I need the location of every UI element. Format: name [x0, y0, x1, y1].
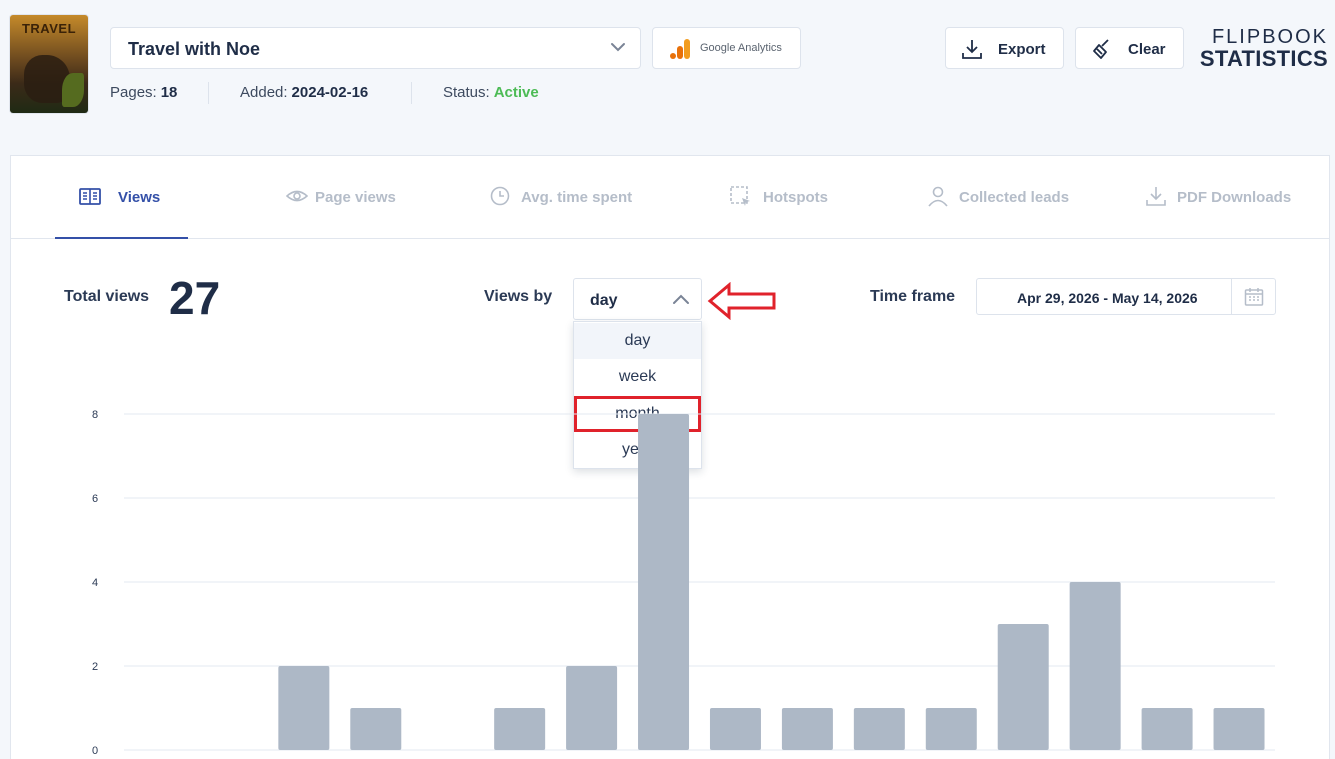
status-badge: Active [493, 84, 539, 101]
chart-bar[interactable] [350, 708, 402, 750]
cover-leaf-shape [62, 73, 84, 107]
pages-value: 18 [160, 84, 178, 101]
chart-bar[interactable] [709, 708, 761, 750]
flipbook-title: Travel with Noe [128, 39, 261, 59]
download-icon [962, 40, 982, 59]
tab-avg-time-spent-label: Avg. time spent [521, 189, 633, 206]
chart-bar[interactable] [781, 708, 833, 750]
download-icon [1146, 187, 1166, 206]
tab-pdf-downloads-label: PDF Downloads [1177, 189, 1292, 206]
calendar-icon [1244, 288, 1264, 306]
views-by-label: Views by [484, 288, 553, 305]
views-by-value: day [590, 292, 618, 309]
chart-bar[interactable] [997, 624, 1049, 750]
highlight-arrow-icon [707, 282, 776, 320]
pages-label: Pages: [110, 84, 157, 101]
calendar-button[interactable] [1231, 279, 1275, 314]
flipbook-statistics-logo: FLIPBOOK STATISTICS [1200, 26, 1328, 70]
time-frame-value: Apr 29, 2026 - May 14, 2026 [1017, 290, 1198, 306]
chart-bar[interactable] [566, 666, 618, 750]
time-frame-input[interactable]: Apr 29, 2026 - May 14, 2026 [976, 278, 1276, 315]
chart-bar[interactable] [494, 708, 546, 750]
total-views-label: Total views [64, 288, 150, 305]
broom-icon [1093, 39, 1109, 59]
chart-bar[interactable] [638, 414, 690, 750]
y-tick-label: 6 [92, 493, 98, 505]
brand-line1: FLIPBOOK [1211, 26, 1328, 48]
eye-icon [286, 190, 308, 202]
added-value: 2024-02-16 [291, 84, 369, 101]
views-by-select[interactable]: day [573, 278, 702, 320]
clear-button[interactable]: Clear [1075, 27, 1184, 69]
statistics-tabs: Views Page views Avg. time spent Hotspot… [11, 156, 1329, 239]
google-analytics-label: Google Analytics [700, 42, 782, 54]
clock-icon [490, 186, 510, 206]
total-views-value: 27 [169, 272, 221, 324]
views-bar-chart: 0 2 4 6 8 [92, 409, 1275, 757]
statistics-card: Views Page views Avg. time spent Hotspot… [10, 155, 1330, 759]
cover-title: TRAVEL [21, 21, 77, 36]
clear-label: Clear [1128, 41, 1166, 58]
added-label: Added: [240, 84, 288, 101]
flipbook-cover-thumbnail: TRAVEL [10, 15, 88, 113]
chart-bar[interactable] [1141, 708, 1193, 750]
chart-bar[interactable] [1213, 708, 1265, 750]
meta-divider [208, 82, 209, 104]
book-open-icon [79, 188, 101, 205]
y-tick-label: 8 [92, 409, 98, 421]
google-analytics-button[interactable]: Google Analytics [652, 27, 801, 69]
meta-divider [411, 82, 412, 104]
tab-page-views-label: Page views [315, 189, 396, 206]
hotspot-icon [730, 186, 750, 206]
y-tick-label: 0 [92, 745, 98, 757]
status-label: Status: [443, 84, 490, 101]
google-analytics-icon [670, 39, 690, 59]
brand-line2: STATISTICS [1199, 46, 1328, 71]
chart-bar[interactable] [1069, 582, 1121, 750]
export-label: Export [998, 41, 1046, 58]
chevron-down-icon [611, 43, 625, 52]
time-frame-label: Time frame [870, 288, 956, 305]
flipbook-select[interactable]: Travel with Noe [110, 27, 641, 69]
y-tick-label: 2 [92, 661, 98, 673]
active-tab-indicator [55, 237, 188, 239]
chart-bar[interactable] [925, 708, 977, 750]
added-info: Added: 2024-02-16 [240, 84, 368, 101]
export-button[interactable]: Export [945, 27, 1064, 69]
views-by-option-day[interactable]: day [574, 323, 701, 359]
chevron-up-icon [673, 294, 689, 304]
tab-views-label: Views [118, 189, 161, 206]
status-info: Status: Active [443, 84, 539, 101]
pages-info: Pages: 18 [110, 84, 177, 101]
y-tick-label: 4 [92, 577, 98, 589]
tab-hotspots-label: Hotspots [763, 189, 828, 206]
chart-bar[interactable] [278, 666, 330, 750]
user-icon [928, 186, 948, 207]
chart-bar[interactable] [853, 708, 905, 750]
tab-collected-leads-label: Collected leads [959, 189, 1070, 206]
